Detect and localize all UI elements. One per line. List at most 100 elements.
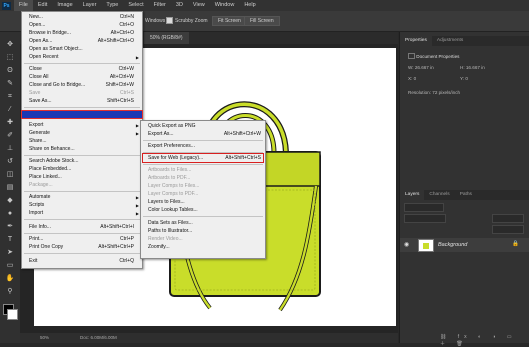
menu-item-open-smart-object[interactable]: Open as Smart Object... [22, 46, 142, 53]
h-value[interactable]: 16.667 in [466, 65, 485, 70]
menu-item-export-as[interactable]: Export As... Alt+Shift+Ctrl+W [141, 131, 265, 138]
x-value[interactable]: 0 [414, 76, 417, 81]
dodge-tool-icon[interactable]: ● [5, 209, 15, 218]
menu-item-close-all[interactable]: Close All Alt+Ctrl+W [22, 74, 142, 81]
menu-item-print-one-copy[interactable]: Print One Copy Alt+Shift+Ctrl+P [22, 244, 142, 251]
menu-item-print[interactable]: Print... Ctrl+P [22, 236, 142, 243]
menu-item-open-recent[interactable]: Open Recent ▶ [22, 54, 142, 61]
menu-item-data-sets-as-files[interactable]: Data Sets as Files... [141, 220, 265, 227]
history-brush-tool-icon[interactable]: ↺ [5, 157, 15, 166]
menu-item-new[interactable]: New... Ctrl+N [22, 14, 142, 21]
menu-item-file-info[interactable]: File Info... Alt+Shift+Ctrl+I [22, 224, 142, 231]
document-size-info: Doc: 6.00M/6.00M [80, 335, 117, 340]
w-value[interactable]: 26.667 in [415, 65, 434, 70]
menu-item-exit[interactable]: Exit Ctrl+Q [22, 258, 142, 265]
fit-screen-button[interactable]: Fit Screen [212, 16, 247, 26]
healing-brush-tool-icon[interactable]: ✚ [5, 118, 15, 127]
menu-item-scripts[interactable]: Scripts ▶ [22, 202, 142, 209]
tab-paths[interactable]: Paths [455, 190, 477, 200]
blend-mode-dropdown[interactable] [404, 214, 446, 223]
item-label: Artboards to Files... [148, 167, 192, 173]
document-tab[interactable]: 50% (RGB/8#) [144, 32, 189, 44]
menu-file[interactable]: File [14, 0, 33, 11]
scrubby-zoom-checkbox[interactable]: Scrubby Zoom [166, 17, 208, 24]
path-select-tool-icon[interactable]: ➤ [5, 248, 15, 257]
menu-item-import[interactable]: Import ▶ [22, 210, 142, 217]
menu-item-layers-to-files[interactable]: Layers to Files... [141, 199, 265, 206]
item-label: Browse in Bridge... [29, 30, 71, 36]
tab-adjustments[interactable]: Adjustments [432, 36, 468, 46]
clone-stamp-tool-icon[interactable]: ⊥ [5, 144, 15, 153]
quick-select-tool-icon[interactable]: ✎ [5, 79, 15, 88]
menu-item-share[interactable]: Share... [22, 138, 142, 145]
fill-screen-button[interactable]: Fill Screen [244, 16, 280, 26]
menu-item-artboards-to-pdf[interactable]: Artboards to PDF... [141, 175, 265, 182]
menu-item-generate[interactable]: Generate ▶ [22, 130, 142, 137]
menu-item-place-linked[interactable]: Place Linked... [22, 174, 142, 181]
menu-3d[interactable]: 3D [171, 0, 188, 11]
menu-item-render-video[interactable]: Render Video... [141, 236, 265, 243]
move-tool-icon[interactable]: ✥ [5, 40, 15, 49]
menu-item-open-as[interactable]: Open As... Alt+Shift+Ctrl+O [22, 38, 142, 45]
tab-layers[interactable]: Layers [400, 190, 425, 200]
menu-window[interactable]: Window [210, 0, 240, 11]
item-shortcut: Ctrl+S [119, 90, 134, 96]
menu-help[interactable]: Help [239, 0, 260, 11]
zoom-level[interactable]: 50% [40, 335, 49, 340]
eye-visibility-icon[interactable]: ◉ [404, 241, 409, 248]
menu-item-layer-comps-to-pdf[interactable]: Layer Comps to PDF... [141, 191, 265, 198]
windows-checkbox-label: Windows [145, 17, 166, 24]
fill-field[interactable] [492, 225, 524, 234]
layer-row-background[interactable]: ◉ Background 🔒 [400, 238, 529, 252]
y-label: Y: [460, 76, 465, 81]
menu-item-save[interactable]: Save Ctrl+S [22, 90, 142, 97]
background-color-swatch[interactable] [7, 309, 18, 320]
menu-item-artboards-to-files[interactable]: Artboards to Files... [141, 167, 265, 174]
menu-item-layer-comps-to-files[interactable]: Layer Comps to Files... [141, 183, 265, 190]
menu-item-search-stock[interactable]: Search Adobe Stock... [22, 158, 142, 165]
blur-tool-icon[interactable]: ◆ [5, 196, 15, 205]
menu-item-automate[interactable]: Automate ▶ [22, 194, 142, 201]
menu-filter[interactable]: Filter [149, 0, 171, 11]
menu-item-browse-bridge[interactable]: Browse in Bridge... Alt+Ctrl+O [22, 30, 142, 37]
menu-item-zoomify[interactable]: Zoomify... [141, 244, 265, 251]
menu-type[interactable]: Type [101, 0, 123, 11]
menu-edit[interactable]: Edit [33, 0, 52, 11]
eraser-tool-icon[interactable]: ◫ [5, 170, 15, 179]
marquee-tool-icon[interactable]: ⬚ [5, 53, 15, 62]
menu-item-open[interactable]: Open... Ctrl+O [22, 22, 142, 29]
menu-layer[interactable]: Layer [78, 0, 102, 11]
menu-item-share-behance[interactable]: Share on Behance... [22, 146, 142, 153]
y-value[interactable]: 0 [465, 76, 468, 81]
rectangle-tool-icon[interactable]: ▭ [5, 261, 15, 270]
menu-item-place-embedded[interactable]: Place Embedded... [22, 166, 142, 173]
menu-item-close[interactable]: Close Ctrl+W [22, 66, 142, 73]
menu-item-export-preferences[interactable]: Export Preferences... [141, 143, 265, 150]
menu-item-color-lookup-tables[interactable]: Color Lookup Tables... [141, 207, 265, 214]
type-tool-icon[interactable]: T [5, 235, 15, 244]
item-label: Share on Behance... [29, 146, 75, 152]
layer-filter-dropdown[interactable] [404, 203, 444, 212]
menu-image[interactable]: Image [52, 0, 77, 11]
pen-tool-icon[interactable]: ✒ [5, 222, 15, 231]
eyedropper-tool-icon[interactable]: ⁄ [5, 105, 15, 114]
menu-item-save-as[interactable]: Save As... Shift+Ctrl+S [22, 98, 142, 105]
tab-channels[interactable]: Channels [424, 190, 454, 200]
crop-tool-icon[interactable]: ⌗ [5, 92, 15, 101]
menu-item-export[interactable]: Export ▶ [22, 122, 142, 129]
brush-tool-icon[interactable]: ✐ [5, 131, 15, 140]
menu-item-paths-to-illustrator[interactable]: Paths to Illustrator... [141, 228, 265, 235]
menu-item-quick-export-png[interactable]: Quick Export as PNG [141, 123, 265, 130]
hand-tool-icon[interactable]: ✋ [5, 274, 15, 283]
menu-item-package[interactable]: Package... [22, 182, 142, 189]
menu-view[interactable]: View [188, 0, 210, 11]
tab-properties[interactable]: Properties [400, 36, 432, 46]
zoom-tool-icon[interactable]: ⚲ [5, 287, 15, 296]
layer-name[interactable]: Background [438, 242, 467, 248]
item-label: Layers to Files... [148, 199, 185, 205]
opacity-field[interactable] [492, 214, 524, 223]
gradient-tool-icon[interactable]: ▤ [5, 183, 15, 192]
lasso-tool-icon[interactable]: ʘ [5, 66, 15, 75]
menu-item-close-go-bridge[interactable]: Close and Go to Bridge... Shift+Ctrl+W [22, 82, 142, 89]
menu-select[interactable]: Select [123, 0, 148, 11]
